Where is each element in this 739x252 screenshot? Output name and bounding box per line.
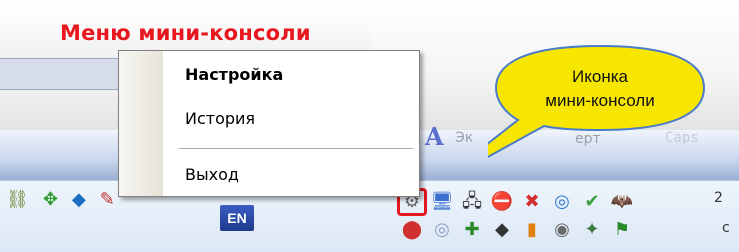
security-check-icon[interactable]: ✔ xyxy=(580,190,604,214)
callout-line-2: мини-консоли xyxy=(545,91,655,110)
clock-fragment-1: 2 xyxy=(714,190,723,206)
callout-bubble: Иконка мини-консоли xyxy=(488,40,712,159)
volume-muted-icon[interactable]: ✖ xyxy=(520,190,544,214)
users-icon[interactable]: ✚ xyxy=(460,218,484,242)
system-tray: ⚙ 🖥 🖧 ⛔ ✖ ◎ ✔ 🦇 ⬤ ◎ ✚ ◆ ▮ ◉ ✦ ⚑ xyxy=(400,190,700,246)
context-menu: Настройка История Выход xyxy=(118,50,420,197)
menu-item-exit[interactable]: Выход xyxy=(185,165,239,184)
app-icon-orange[interactable]: ▮ xyxy=(520,218,544,242)
menu-item-settings[interactable]: Настройка xyxy=(185,65,283,84)
disk-icon[interactable]: ◉ xyxy=(550,218,574,242)
callout-shape xyxy=(488,44,706,159)
clock-fragment-2: c xyxy=(722,220,730,236)
callout-line-1: Иконка xyxy=(572,67,628,86)
tool-icon[interactable]: ◆ xyxy=(490,218,514,242)
flag-icon[interactable]: ⚑ xyxy=(610,218,634,242)
gear-icon[interactable]: ✦ xyxy=(580,218,604,242)
bat-icon[interactable]: 🦇 xyxy=(610,190,634,214)
antivirus-icon[interactable]: ◎ xyxy=(550,190,574,214)
font-icon[interactable]: A xyxy=(425,122,444,151)
tray-row-1: ⚙ 🖥 🖧 ⛔ ✖ ◎ ✔ 🦇 xyxy=(400,190,634,216)
network-connection-icon[interactable]: 🖧 xyxy=(460,190,484,214)
toolbar-text-1[interactable]: Эк xyxy=(455,130,473,146)
toolbar-app-icon-1[interactable]: ⛓ xyxy=(6,188,29,212)
toolbar-app-icon-4[interactable]: ✎ xyxy=(100,188,115,212)
alert-icon[interactable]: ⬤ xyxy=(400,218,424,242)
sync-icon[interactable]: ◎ xyxy=(430,218,454,242)
quick-launch: ⛓ ✥ ◆ ✎ xyxy=(6,188,115,212)
menu-icon-strip xyxy=(119,51,163,196)
callout-text: Иконка мини-консоли xyxy=(504,65,696,113)
menu-item-history[interactable]: История xyxy=(185,109,255,128)
toolbar-app-icon-2[interactable]: ✥ xyxy=(43,188,58,212)
language-indicator[interactable]: EN xyxy=(220,205,254,231)
page-title: Меню мини-консоли xyxy=(60,21,311,45)
network-icon[interactable]: 🖥 xyxy=(430,190,454,214)
toolbar-app-icon-3[interactable]: ◆ xyxy=(72,188,86,212)
menu-separator xyxy=(179,148,413,149)
tray-row-2: ⬤ ◎ ✚ ◆ ▮ ◉ ✦ ⚑ xyxy=(400,218,634,244)
firewall-icon[interactable]: ⛔ xyxy=(490,190,514,214)
